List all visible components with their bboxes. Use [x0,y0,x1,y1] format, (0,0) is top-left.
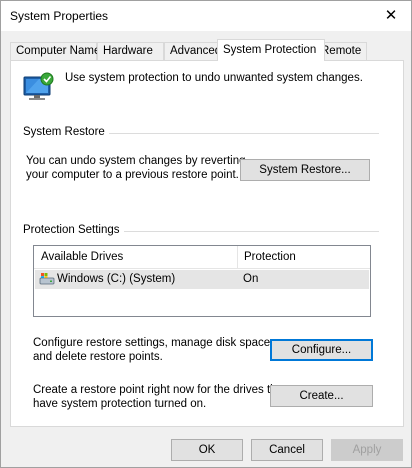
create-desc-line1: Create a restore point right now for the… [33,384,287,396]
list-header: Available Drives Protection [34,246,370,269]
table-row[interactable]: Windows (C:) (System) On [35,270,369,289]
create-button[interactable]: Create... [270,385,373,407]
system-restore-desc-line1: You can undo system changes by reverting [26,155,246,167]
protection-status-cell: On [243,273,259,285]
system-restore-desc-line2: your computer to a previous restore poin… [26,169,239,181]
configure-desc-line1: Configure restore settings, manage disk … [33,337,274,349]
system-properties-window: System Properties ✕ Computer Name Hardwa… [0,0,412,468]
cancel-button[interactable]: Cancel [251,439,323,461]
configure-desc-line2: and delete restore points. [33,351,163,363]
create-desc-line2: have system protection turned on. [33,398,207,410]
tab-computer-name[interactable]: Computer Name [10,42,100,60]
configure-button[interactable]: Configure... [270,339,373,361]
protection-drives-list[interactable]: Available Drives Protection Windows (C:)… [33,245,371,317]
system-drive-icon [39,273,55,285]
window-title: System Properties [10,9,109,23]
drive-name-cell: Windows (C:) (System) [57,273,176,285]
close-icon[interactable]: ✕ [381,6,401,26]
tab-system-protection[interactable]: System Protection [217,39,325,61]
protection-settings-group-title: Protection Settings [23,224,124,236]
intro-text: Use system protection to undo unwanted s… [65,72,363,84]
column-header-protection[interactable]: Protection [244,251,296,263]
ok-button[interactable]: OK [171,439,243,461]
tab-hardware[interactable]: Hardware [97,42,164,60]
column-header-available-drives[interactable]: Available Drives [41,251,123,263]
column-separator[interactable] [237,246,238,268]
apply-button[interactable]: Apply [331,439,403,461]
system-protection-icon [23,72,54,100]
tab-panel [10,60,404,427]
system-restore-button[interactable]: System Restore... [240,159,370,181]
title-bar: System Properties ✕ [1,1,411,31]
system-restore-group-title: System Restore [23,126,109,138]
